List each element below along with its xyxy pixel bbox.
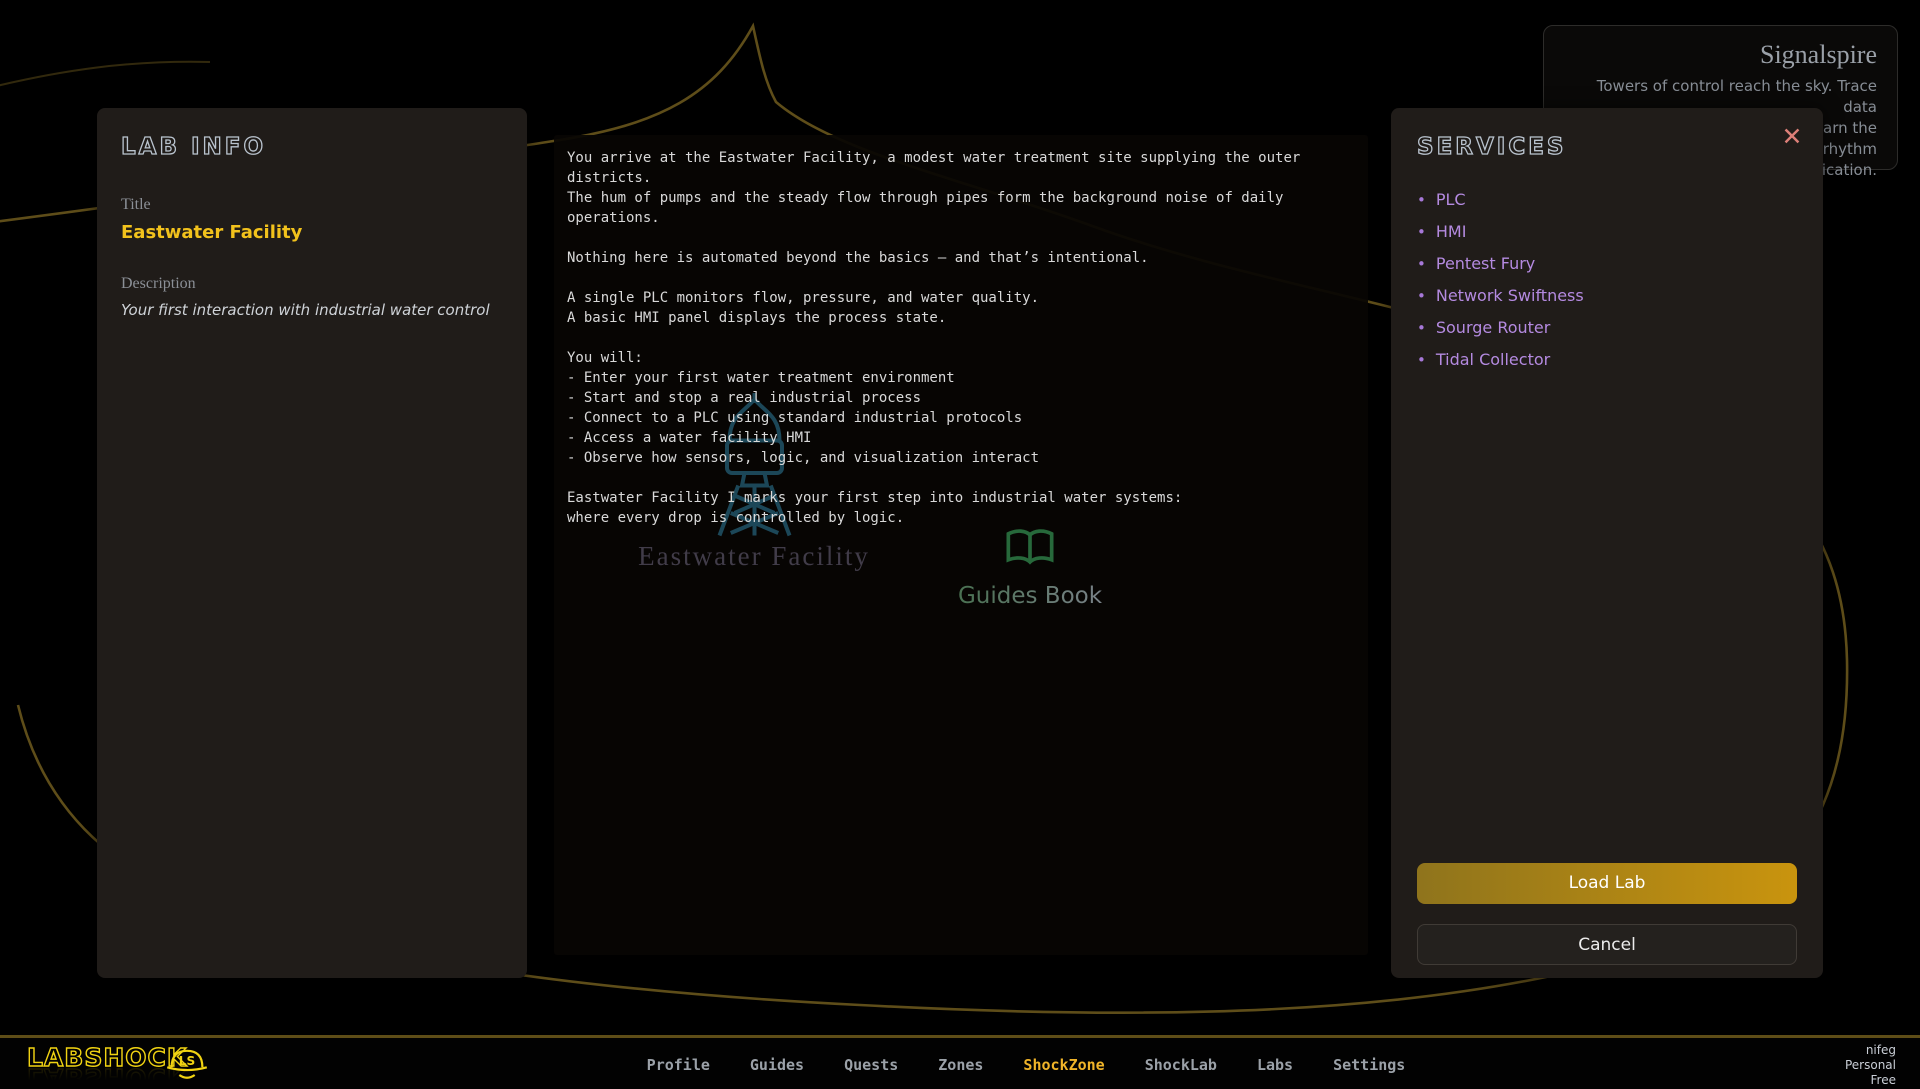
nav-item-settings[interactable]: Settings [1333,1056,1405,1074]
service-link-tidal-collector[interactable]: Tidal Collector [1436,350,1550,369]
open-book-icon [1004,527,1056,571]
guides-book-label: Guides Book [950,583,1110,609]
nav-item-quests[interactable]: Quests [844,1056,898,1074]
close-icon[interactable]: ✕ [1777,122,1807,152]
cancel-button[interactable]: Cancel [1417,924,1797,965]
user-tier: Free [1845,1073,1896,1088]
service-item-plc: PLC [1417,190,1797,209]
services-header: SERVICES [1417,134,1797,160]
lab-title-value: Eastwater Facility [121,222,503,243]
lab-description-label: Description [121,275,503,293]
guides-book-button[interactable]: Guides Book [950,527,1110,609]
service-link-sourge-router[interactable]: Sourge Router [1436,318,1551,337]
labshock-logo[interactable]: LABSHOCK LABSHOCK [27,1046,187,1089]
footer-bar: LABSHOCK LABSHOCK LS Profile Guides Ques… [0,1035,1920,1089]
labshock-logo-reflection: LABSHOCK [27,1065,187,1089]
service-link-hmi[interactable]: HMI [1436,222,1467,241]
user-plan: Personal [1845,1058,1896,1073]
service-link-pentest-fury[interactable]: Pentest Fury [1436,254,1535,273]
nav-item-guides[interactable]: Guides [750,1056,804,1074]
user-info: nifeg Personal Free [1845,1043,1896,1088]
service-link-plc[interactable]: PLC [1436,190,1466,209]
nav-item-profile[interactable]: Profile [647,1056,710,1074]
lab-info-panel: LAB INFO Title Eastwater Facility Descri… [97,108,527,978]
lab-title-label: Title [121,196,503,214]
nav-item-shockzone[interactable]: ShockZone [1023,1056,1104,1074]
lab-brief-panel: Eastwater Facility You arrive at the Eas… [554,135,1368,955]
nav-item-zones[interactable]: Zones [938,1056,983,1074]
load-lab-button[interactable]: Load Lab [1417,863,1797,904]
service-item-network-swiftness: Network Swiftness [1417,286,1797,305]
lab-info-header: LAB INFO [121,134,503,160]
services-panel: ✕ SERVICES PLC HMI Pentest Fury Network … [1391,108,1823,978]
user-name: nifeg [1845,1043,1896,1058]
nav-item-shocklab[interactable]: ShockLab [1145,1056,1217,1074]
nav-item-labs[interactable]: Labs [1257,1056,1293,1074]
service-item-pentest-fury: Pentest Fury [1417,254,1797,273]
service-item-hmi: HMI [1417,222,1797,241]
service-item-sourge-router: Sourge Router [1417,318,1797,337]
service-item-tidal-collector: Tidal Collector [1417,350,1797,369]
hard-hat-ls-icon: LS [165,1044,209,1084]
watermark-label: Eastwater Facility [614,541,894,572]
svg-text:LS: LS [179,1054,195,1068]
service-link-network-swiftness[interactable]: Network Swiftness [1436,286,1584,305]
zone-card-title: Signalspire [1564,40,1877,70]
services-list: PLC HMI Pentest Fury Network Swiftness S… [1417,190,1797,369]
lab-description-value: Your first interaction with industrial w… [121,301,503,319]
lab-brief-text: You arrive at the Eastwater Facility, a … [567,148,1357,528]
footer-nav: Profile Guides Quests Zones ShockZone Sh… [647,1038,1406,1089]
